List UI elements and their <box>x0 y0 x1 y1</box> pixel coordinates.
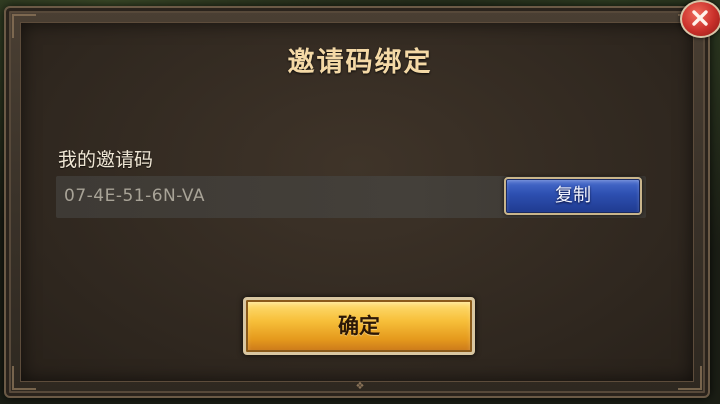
my-invite-code-label: 我的邀请码 <box>58 149 154 171</box>
corner-ornament-icon <box>12 366 36 390</box>
confirm-button[interactable]: 确定 <box>243 297 475 355</box>
ornament-icon: ❖ <box>355 381 365 392</box>
close-button[interactable] <box>680 0 720 38</box>
close-icon <box>692 10 708 26</box>
corner-ornament-icon <box>678 366 702 390</box>
invite-code-value: 07-4E-51-6N-VA <box>64 186 206 206</box>
game-screen: ❖ 邀请码绑定 我的邀请码 07-4E-51-6N-VA 复制 确定 <box>0 0 720 404</box>
dialog-title: 邀请码绑定 <box>287 47 433 78</box>
copy-button[interactable]: 复制 <box>504 177 642 215</box>
corner-ornament-icon <box>12 14 36 38</box>
